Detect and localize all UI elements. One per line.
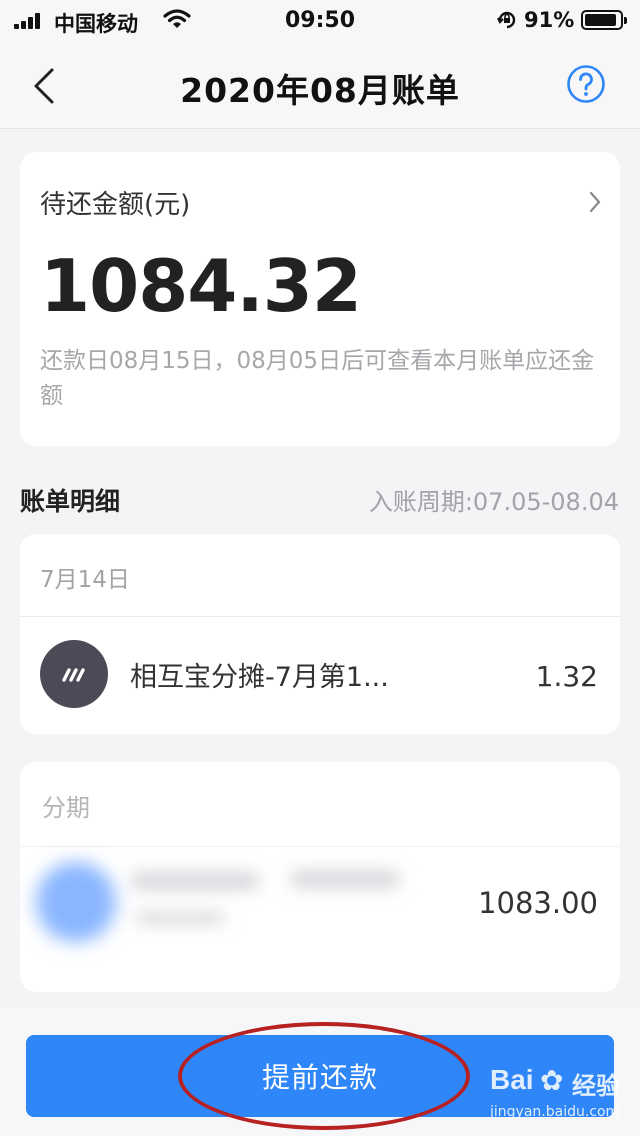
watermark-url: jingyan.baidu.com: [490, 1104, 620, 1120]
installment-card[interactable]: 分期 1083.00: [20, 762, 620, 992]
installment-amount: 1083.00: [478, 886, 598, 920]
repayment-summary-card[interactable]: 待还金额(元) 1084.32 还款日08月15日，08月05日后可查看本月账单…: [20, 152, 620, 446]
chevron-right-icon[interactable]: [588, 190, 602, 214]
paw-icon: ✿: [540, 1064, 564, 1097]
nav-bar: 2020年08月账单: [0, 42, 640, 129]
billing-cycle: 入账周期:07.05-08.04: [368, 488, 619, 516]
help-button[interactable]: [566, 64, 606, 104]
merchant-avatar-icon: [40, 640, 108, 708]
watermark-logo: Bai ✿ 经验 jingyan.baidu.com: [490, 1064, 630, 1128]
watermark-brand-cn: 经验: [572, 1072, 620, 1100]
repayment-note: 还款日08月15日，08月05日后可查看本月账单应还金额: [40, 348, 595, 409]
installment-label: 分期: [42, 794, 90, 822]
divider: [20, 846, 620, 847]
transactions-card: 7月14日 相互宝分摊-7月第1... 1.32: [20, 534, 620, 734]
divider: [20, 616, 620, 617]
bill-details-title: 账单明细: [20, 487, 121, 516]
amount-due-label: 待还金额(元): [40, 190, 191, 220]
transaction-date: 7月14日: [40, 567, 130, 593]
page-title: 2020年08月账单: [180, 71, 460, 110]
transaction-amount: 1.32: [535, 660, 598, 693]
blurred-text: [290, 870, 400, 888]
blurred-text: [130, 872, 260, 890]
watermark-brand: Bai: [490, 1064, 534, 1095]
blurred-text: [135, 912, 225, 924]
battery-icon: [581, 10, 627, 30]
installment-avatar-icon: [36, 862, 116, 942]
rotation-lock-icon: [497, 11, 516, 29]
amount-due-value: 1084.32: [40, 244, 362, 328]
transaction-title: 相互宝分摊-7月第1...: [130, 662, 389, 693]
battery-percentage: 91%: [524, 8, 575, 32]
status-bar: 中国移动 09:50 91%: [0, 0, 640, 42]
